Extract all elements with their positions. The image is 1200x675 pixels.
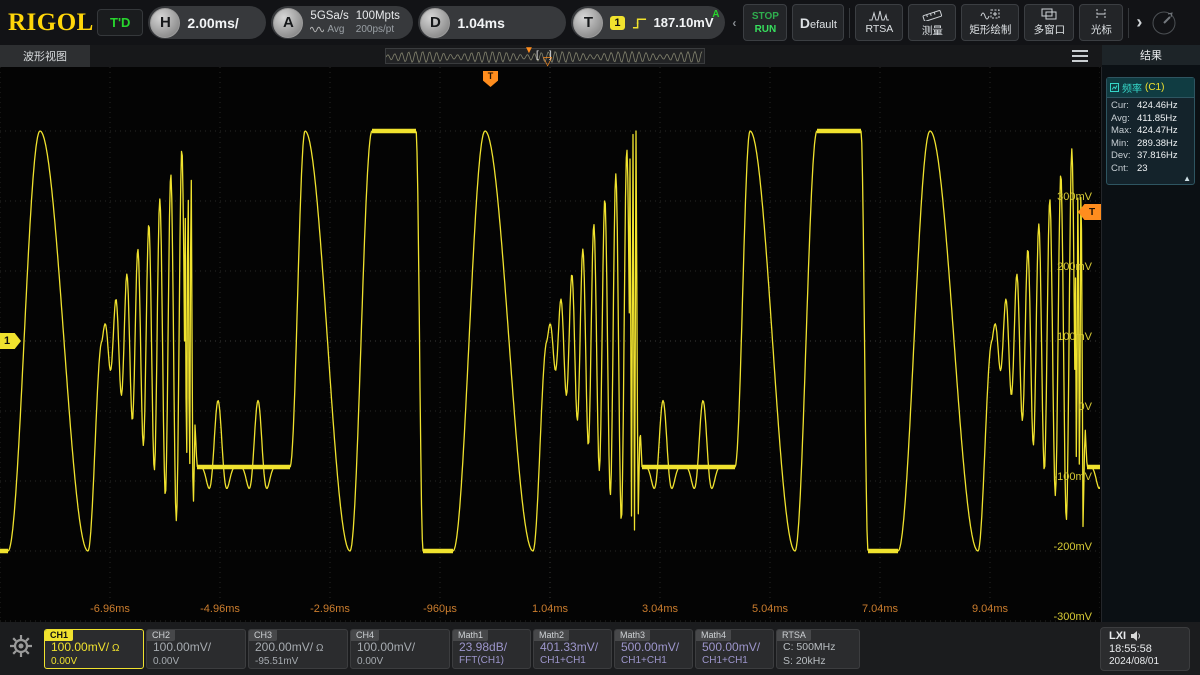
results-title[interactable]: 结果 xyxy=(1102,45,1200,65)
rect-draw-icon xyxy=(980,8,1000,20)
timebase-value: 2.00ms/ xyxy=(187,15,238,31)
rigol-logo: RIGOL xyxy=(8,9,92,37)
channel-box-ch1[interactable]: CH1 100.00mV/Ω 0.00V xyxy=(44,629,144,669)
measurement-row: Cur:424.46Hz xyxy=(1111,100,1191,113)
clock-date: 2024/08/01 xyxy=(1109,656,1181,668)
measurement-icon xyxy=(1110,83,1119,92)
trigger-edge-icon xyxy=(632,16,647,30)
delay-value: 1.04ms xyxy=(457,15,504,31)
measurement-row: Max:424.47Hz xyxy=(1111,125,1191,138)
h-knob[interactable]: H xyxy=(150,8,180,38)
trigger-status-badge: T'D xyxy=(97,9,143,36)
measurement-row: Avg:411.85Hz xyxy=(1111,113,1191,126)
cursor-button[interactable]: 光标 xyxy=(1079,4,1123,41)
impedance-icon: Ω xyxy=(112,643,119,654)
impedance-icon: Ω xyxy=(316,643,323,654)
view-tab-bar: 波形视图 ▼ [ ] ▽ xyxy=(0,45,1102,67)
timeline-bracket-left: [ xyxy=(536,50,539,61)
horizontal-timebase-group[interactable]: H 2.00ms/ xyxy=(148,6,266,39)
t-axis-label: 1.04ms xyxy=(510,603,590,615)
nav-knob-icon[interactable] xyxy=(1149,8,1179,38)
delay-group[interactable]: D 1.04ms xyxy=(418,6,566,39)
spectrum-icon xyxy=(869,10,889,21)
channel-box-ch3[interactable]: CH3 200.00mV/Ω -95.51mV xyxy=(248,629,348,669)
topbar: RIGOL T'D H 2.00ms/ A 5GSa/s Avg 100Mpts… xyxy=(0,0,1200,45)
acquire-mode: Avg xyxy=(310,23,348,36)
trigger-group[interactable]: T 1 187.10mV A xyxy=(571,6,725,39)
measurement-box[interactable]: 频率(C1) Cur:424.46Hz Avg:411.85Hz Max:424… xyxy=(1106,77,1195,185)
trigger-sweep-flag: A xyxy=(712,9,719,20)
ruler-icon xyxy=(922,8,942,21)
v-axis-label: 100mV xyxy=(1032,331,1092,343)
rtsa-box[interactable]: RTSA C: 500MHz S: 20kHz xyxy=(776,629,860,669)
math-box-math4[interactable]: Math4 500.00mV/ CH1+CH1 xyxy=(695,629,774,669)
avg-waveform-icon xyxy=(310,25,324,34)
sample-resolution: 200ps/pt xyxy=(356,23,400,36)
memory-depth: 100Mpts xyxy=(356,10,400,23)
v-axis-label: 200mV xyxy=(1032,261,1092,273)
tab-waveform-view[interactable]: 波形视图 xyxy=(0,45,90,67)
measurement-name: 频率 xyxy=(1122,80,1142,95)
math-box-math3[interactable]: Math3 500.00mV/ CH1+CH1 xyxy=(614,629,693,669)
v-axis-label: -100mV xyxy=(1032,471,1092,483)
rect-draw-button[interactable]: 矩形绘制 xyxy=(961,4,1019,41)
multi-window-icon xyxy=(1041,8,1057,20)
v-axis-label: 300mV xyxy=(1032,191,1092,203)
collapse-up-icon[interactable]: ▲ xyxy=(1183,174,1191,183)
measurement-row: Cnt:23 xyxy=(1111,163,1191,176)
clock-time: 18:55:58 xyxy=(1109,643,1181,656)
settings-gear-icon[interactable] xyxy=(8,633,34,664)
measurement-rows: Cur:424.46Hz Avg:411.85Hz Max:424.47Hz M… xyxy=(1107,98,1194,184)
system-status-box[interactable]: LXI 18:55:58 2024/08/01 xyxy=(1100,627,1190,671)
timeline-trigger-marker-icon[interactable]: ▼ xyxy=(524,45,534,56)
multi-window-button[interactable]: 多窗口 xyxy=(1024,4,1074,41)
measurement-source: (C1) xyxy=(1145,82,1164,93)
expand-right-icon[interactable]: › xyxy=(1134,12,1144,33)
math-box-math1[interactable]: Math1 23.98dB/ FFT(CH1) xyxy=(452,629,531,669)
center-position-marker-icon[interactable]: ▽ xyxy=(543,54,552,68)
v-axis-label: -300mV xyxy=(1032,611,1092,622)
measurement-row: Min:289.38Hz xyxy=(1111,138,1191,151)
t-axis-label: 3.04ms xyxy=(620,603,700,615)
t-axis-label: -2.96ms xyxy=(290,603,370,615)
topbar-separator xyxy=(849,8,850,38)
v-axis-label: 0V xyxy=(1032,401,1092,413)
d-knob[interactable]: D xyxy=(420,8,450,38)
measurement-header[interactable]: 频率(C1) xyxy=(1107,78,1194,98)
t-axis-label: -6.96ms xyxy=(70,603,150,615)
sample-rate: 5GSa/s xyxy=(310,10,348,23)
trigger-source-badge[interactable]: 1 xyxy=(610,16,624,30)
run-stop-button[interactable]: STOP RUN xyxy=(743,4,787,41)
a-knob[interactable]: A xyxy=(273,8,303,38)
hamburger-menu-icon[interactable] xyxy=(1072,50,1088,62)
math-box-math2[interactable]: Math2 401.33mV/ CH1+CH1 xyxy=(533,629,612,669)
acquire-group[interactable]: A 5GSa/s Avg 100Mpts 200ps/pt xyxy=(271,6,413,39)
waveform-svg xyxy=(0,67,1100,622)
collapse-left-icon[interactable]: ‹ xyxy=(730,16,738,30)
t-axis-label: 5.04ms xyxy=(730,603,810,615)
channel-box-ch4[interactable]: CH4 100.00mV/ 0.00V xyxy=(350,629,450,669)
measurement-row: Dev:37.816Hz xyxy=(1111,150,1191,163)
v-axis-label: -200mV xyxy=(1032,541,1092,553)
lxi-label: LXI xyxy=(1109,630,1126,643)
bottombar: CH1 100.00mV/Ω 0.00V CH2 100.00mV/ 0.00V… xyxy=(0,622,1200,675)
t-axis-label: -4.96ms xyxy=(180,603,260,615)
trigger-level-value: 187.10mV xyxy=(654,15,714,30)
measure-button[interactable]: 测量 xyxy=(908,4,956,41)
waveform-display[interactable]: 300mV 200mV 100mV 0V -100mV -200mV -300m… xyxy=(0,67,1102,622)
default-button[interactable]: Default xyxy=(792,4,844,41)
t-axis-label: -960µs xyxy=(400,603,480,615)
t-knob[interactable]: T xyxy=(573,8,603,38)
results-panel: 结果 频率(C1) Cur:424.46Hz Avg:411.85Hz Max:… xyxy=(1102,45,1200,622)
channel-box-ch2[interactable]: CH2 100.00mV/ 0.00V xyxy=(146,629,246,669)
topbar-separator xyxy=(1128,8,1129,38)
speaker-icon xyxy=(1130,631,1142,641)
cursor-icon xyxy=(1093,8,1109,20)
t-axis-label: 9.04ms xyxy=(950,603,1030,615)
rtsa-button[interactable]: RTSA xyxy=(855,4,903,41)
t-axis-label: 7.04ms xyxy=(840,603,920,615)
